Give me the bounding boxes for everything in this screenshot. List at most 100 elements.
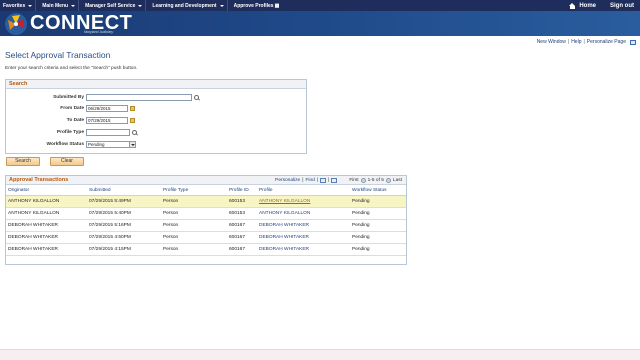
grid-range: 1-5 of 5 xyxy=(367,178,384,183)
grid-toolbar: Personalize | Find | | First 1-5 of 5 La… xyxy=(275,176,402,185)
chevron-down-icon xyxy=(138,4,143,7)
submitted-by-input[interactable] xyxy=(86,94,192,101)
grid-title: Approval Transactions xyxy=(9,177,69,183)
col-profile-type[interactable]: Profile Type xyxy=(163,185,188,196)
table-row[interactable]: DEBORAH WHITAKER 07/29/2015 4:15PM Perso… xyxy=(6,244,406,256)
cell-profile-type: Person xyxy=(163,223,179,228)
divider: | xyxy=(583,39,585,45)
to-date-label: To Date xyxy=(66,118,84,123)
table-row[interactable]: ANTHONY KILGALLON 07/29/2015 5:49PM Pers… xyxy=(6,196,406,208)
cell-profile-link[interactable]: ANTHONY KILGALLON xyxy=(259,208,310,220)
app-title: CONNECT xyxy=(30,12,133,34)
cell-profile-id: 600167 xyxy=(229,247,246,252)
approval-transactions-grid: Approval Transactions Personalize | Find… xyxy=(5,175,407,265)
cell-profile-id: 600153 xyxy=(229,199,246,204)
grid-first-label[interactable]: First xyxy=(349,176,358,185)
cell-profile-type: Person xyxy=(163,247,179,252)
home-link[interactable]: Home xyxy=(569,2,596,9)
personalize-page-link[interactable]: Personalize Page xyxy=(587,39,626,45)
download-icon[interactable] xyxy=(331,178,338,183)
calendar-icon[interactable] xyxy=(130,118,135,123)
cell-submitted: 07/29/2015 4:50PM xyxy=(89,235,131,240)
top-nav-bar: Favorites Main Menu Manager Self Service… xyxy=(0,0,640,11)
cell-originator: DEBORAH WHITAKER xyxy=(8,223,59,228)
nav-ld-label: Learning and Development xyxy=(152,2,217,9)
signout-link[interactable]: Sign out xyxy=(610,3,634,9)
page-instructions: Enter your search criteria and select th… xyxy=(5,66,138,71)
page-footer-band xyxy=(0,349,640,360)
submitted-by-label: Submitted By xyxy=(53,95,84,100)
nav-approve-profiles[interactable]: Approve Profiles ▦ xyxy=(228,0,283,11)
cell-submitted: 07/29/2015 5:16PM xyxy=(89,223,131,228)
search-button[interactable]: Search xyxy=(6,157,40,166)
table-row[interactable]: ANTHONY KILGALLON 07/29/2015 5:40PM Pers… xyxy=(6,208,406,220)
nav-approve-profiles-label: Approve Profiles xyxy=(233,2,274,9)
page-info-icon[interactable] xyxy=(630,39,636,45)
chevron-down-icon xyxy=(28,4,33,7)
nav-mss-label: Manager Self Service xyxy=(85,2,136,9)
cell-status: Pending xyxy=(352,211,370,216)
divider: | xyxy=(567,39,570,45)
chevron-down-icon xyxy=(129,142,135,147)
view-all-icon[interactable] xyxy=(320,178,327,183)
grid-header: Approval Transactions Personalize | Find… xyxy=(6,176,406,185)
cell-profile-id: 600167 xyxy=(229,223,246,228)
cell-profile-id: 600167 xyxy=(229,235,246,240)
grid-last-label[interactable]: Last xyxy=(393,176,402,185)
app-subtitle: Maryland Judiciary xyxy=(84,30,114,34)
profile-type-input[interactable] xyxy=(86,129,130,136)
col-originator[interactable]: Originator xyxy=(8,185,29,196)
col-profile[interactable]: Profile xyxy=(259,185,273,196)
page-toolbar-links: New Window | Help | Personalize Page xyxy=(537,39,636,45)
table-row[interactable]: DEBORAH WHITAKER 07/29/2015 4:50PM Perso… xyxy=(6,232,406,244)
workflow-status-select[interactable]: Pending xyxy=(86,141,136,148)
signout-label: Sign out xyxy=(610,2,634,9)
table-row[interactable]: DEBORAH WHITAKER 07/29/2015 5:16PM Perso… xyxy=(6,220,406,232)
divider: | xyxy=(302,178,304,183)
workflow-status-value: Pending xyxy=(88,142,105,147)
cell-submitted: 07/29/2015 5:49PM xyxy=(89,199,131,204)
cell-originator: ANTHONY KILGALLON xyxy=(8,211,60,216)
grid-personalize-link[interactable]: Personalize xyxy=(275,176,300,185)
previous-icon[interactable] xyxy=(360,178,366,183)
new-window-link[interactable]: New Window xyxy=(537,39,566,45)
maryland-flag-logo-icon xyxy=(5,13,27,35)
nav-manager-self-service[interactable]: Manager Self Service xyxy=(79,0,145,11)
grid-find-link[interactable]: Find xyxy=(305,176,314,185)
cell-status: Pending xyxy=(352,247,370,252)
cell-profile-link[interactable]: ANTHONY KILGALLON xyxy=(259,196,310,208)
divider: | xyxy=(316,178,319,183)
page-title: Select Approval Transaction xyxy=(5,50,111,60)
next-icon[interactable] xyxy=(385,178,391,183)
top-nav-right: Home Sign out xyxy=(569,0,634,11)
chevron-down-icon xyxy=(219,4,224,7)
grid-column-header: Originator Submitted Profile Type Profil… xyxy=(6,185,406,196)
divider: | xyxy=(328,178,330,183)
cell-profile-link[interactable]: DEBORAH WHITAKER xyxy=(259,220,309,232)
nav-main-menu-label: Main Menu xyxy=(42,2,69,9)
submitted-by-lookup-icon[interactable] xyxy=(194,95,199,100)
search-panel: Search Submitted By From Date 06/29/2015… xyxy=(5,79,307,154)
to-date-input[interactable]: 07/29/2015 xyxy=(86,117,128,124)
cell-originator: DEBORAH WHITAKER xyxy=(8,235,59,240)
clear-button[interactable]: Clear xyxy=(50,157,84,166)
cell-submitted: 07/29/2015 5:40PM xyxy=(89,211,131,216)
cell-profile-link[interactable]: DEBORAH WHITAKER xyxy=(259,244,309,256)
home-icon xyxy=(569,2,576,9)
nav-favorites[interactable]: Favorites xyxy=(0,0,35,11)
banner: CONNECT Maryland Judiciary xyxy=(0,11,640,36)
cell-status: Pending xyxy=(352,199,370,204)
profile-type-lookup-icon[interactable] xyxy=(132,130,137,135)
help-link[interactable]: Help xyxy=(571,39,581,45)
col-workflow-status[interactable]: Workflow Status xyxy=(352,185,387,196)
nav-learning-development[interactable]: Learning and Development xyxy=(146,0,226,11)
nav-favorites-label: Favorites xyxy=(3,2,26,9)
from-date-input[interactable]: 06/29/2015 xyxy=(86,105,128,112)
calendar-icon[interactable] xyxy=(130,106,135,111)
nav-main-menu[interactable]: Main Menu xyxy=(36,0,78,11)
search-panel-header: Search xyxy=(6,80,306,89)
col-submitted[interactable]: Submitted xyxy=(89,185,111,196)
col-profile-id[interactable]: Profile ID xyxy=(229,185,249,196)
list-icon: ▦ xyxy=(274,2,280,9)
cell-profile-link[interactable]: DEBORAH WHITAKER xyxy=(259,232,309,244)
